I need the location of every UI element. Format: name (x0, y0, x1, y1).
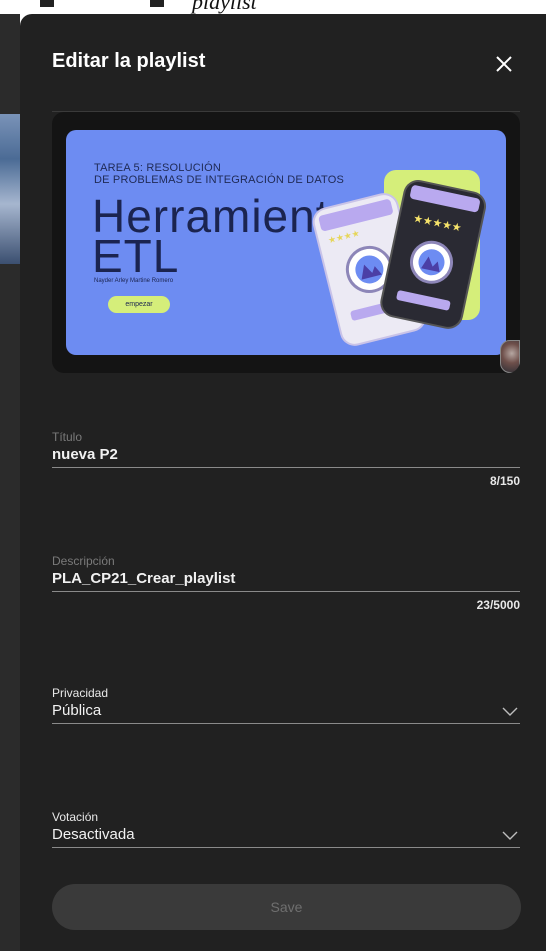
chevron-down-icon (502, 831, 518, 840)
close-icon (496, 56, 512, 72)
description-field[interactable]: Descripción PLA_CP21_Crear_playlist 23/5… (52, 554, 520, 612)
voting-dropdown[interactable]: Desactivada (52, 826, 520, 844)
description-label: Descripción (52, 554, 115, 568)
background-top-strip: playlist (0, 0, 546, 14)
title-underline (52, 467, 520, 468)
background-thumbnail (0, 114, 20, 264)
voting-underline (52, 847, 520, 848)
title-input[interactable]: nueva P2 (52, 446, 520, 464)
save-button[interactable]: Save (52, 884, 521, 930)
background-fragment (40, 0, 54, 7)
background-fragment (150, 0, 164, 7)
privacy-select[interactable]: Privacidad Pública (52, 686, 520, 724)
close-button[interactable] (490, 50, 518, 78)
playlist-thumbnail[interactable]: TAREA 5: RESOLUCIÓN DE PROBLEMAS DE INTE… (66, 130, 506, 355)
description-counter: 23/5000 (476, 598, 520, 612)
dialog-title: Editar la playlist (52, 50, 206, 72)
background-app-strip (0, 14, 20, 951)
privacy-underline (52, 723, 520, 724)
privacy-dropdown[interactable]: Pública (52, 702, 520, 720)
edit-playlist-dialog: Editar la playlist TAREA 5: RESOLUCIÓN D… (20, 14, 546, 951)
playlist-thumbnail-frame: TAREA 5: RESOLUCIÓN DE PROBLEMAS DE INTE… (52, 112, 520, 373)
voting-value: Desactivada (52, 826, 135, 843)
voting-label: Votación (52, 810, 99, 824)
chevron-down-icon (502, 707, 518, 716)
background-cut-text: playlist (192, 0, 257, 14)
title-field[interactable]: Título nueva P2 8/150 (52, 430, 520, 488)
avatar (500, 340, 520, 373)
description-input[interactable]: PLA_CP21_Crear_playlist (52, 570, 520, 588)
privacy-value: Pública (52, 702, 102, 719)
thumbnail-illustration: ★★★★ ★★★★★ (312, 170, 487, 346)
description-underline (52, 591, 520, 592)
voting-select[interactable]: Votación Desactivada (52, 810, 520, 848)
privacy-label: Privacidad (52, 686, 109, 700)
title-counter: 8/150 (489, 474, 520, 488)
title-label: Título (52, 430, 83, 444)
